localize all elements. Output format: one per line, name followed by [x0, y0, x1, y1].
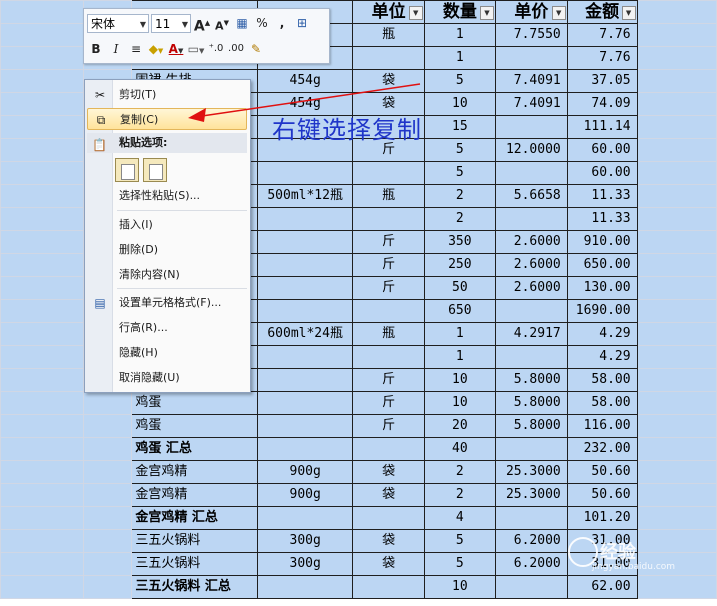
arrow-head: [188, 108, 206, 122]
annotation-arrow: [188, 83, 421, 122]
annotation-text: 右键选择复制: [272, 116, 422, 144]
